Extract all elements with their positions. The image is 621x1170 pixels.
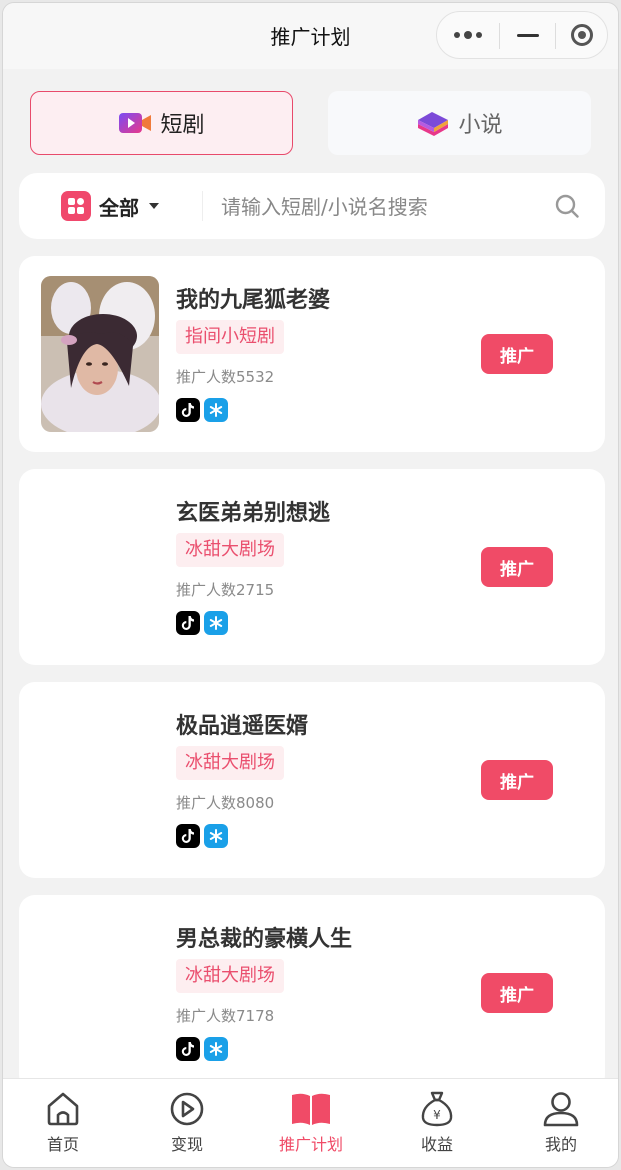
open-book-icon bbox=[292, 1093, 330, 1125]
drama-title: 玄医弟弟别想逃 bbox=[176, 501, 331, 526]
drama-cover-image bbox=[41, 276, 159, 432]
filter-label: 全部 bbox=[99, 195, 139, 220]
category-tabs: 短剧 小说 bbox=[30, 91, 593, 157]
nav-label: 收益 bbox=[420, 1135, 453, 1154]
tab-short-drama[interactable]: 短剧 bbox=[30, 91, 293, 155]
nav-item-promotion-plan[interactable]: 推广计划 bbox=[261, 1091, 361, 1155]
nav-item-profile[interactable]: 我的 bbox=[511, 1091, 611, 1155]
nav-label: 变现 bbox=[170, 1135, 203, 1154]
nav-label: 推广计划 bbox=[278, 1135, 343, 1154]
promoter-count: 推广人数7178 bbox=[176, 1007, 275, 1025]
title-bar: 推广计划 bbox=[3, 3, 618, 69]
promoter-count: 推广人数5532 bbox=[176, 368, 275, 386]
drama-card[interactable]: 男总裁的豪横人生 冰甜大剧场 推广人数7178 推广 bbox=[19, 895, 605, 1091]
minimize-button[interactable] bbox=[501, 12, 555, 58]
video-icon bbox=[119, 113, 152, 133]
studio-tag: 指间小短剧 bbox=[176, 320, 284, 354]
drama-card[interactable]: 我的九尾狐老婆 指间小短剧 推广人数5532 推广 bbox=[19, 256, 605, 452]
kuaishou-icon bbox=[204, 1037, 228, 1061]
tab-label: 小说 bbox=[458, 113, 503, 138]
douyin-icon bbox=[176, 1037, 200, 1061]
user-icon bbox=[543, 1092, 579, 1127]
nav-label: 我的 bbox=[544, 1135, 577, 1154]
home-icon bbox=[47, 1092, 79, 1126]
money-bag-icon: ¥ bbox=[421, 1091, 453, 1127]
promote-button[interactable]: 推广 bbox=[481, 334, 553, 374]
drama-card[interactable]: 玄医弟弟别想逃 冰甜大剧场 推广人数2715 推广 bbox=[19, 469, 605, 665]
capsule-divider bbox=[555, 23, 556, 49]
search-bar: 全部 bbox=[19, 173, 605, 239]
promote-button[interactable]: 推广 bbox=[481, 547, 553, 587]
app-window: 推广计划 短剧 小说 全部 请输入短剧/小说名搜索 我的九尾狐老婆 指间小短剧 … bbox=[2, 2, 619, 1168]
promote-button[interactable]: 推广 bbox=[481, 973, 553, 1013]
drama-title: 我的九尾狐老婆 bbox=[176, 288, 331, 313]
nav-item-home[interactable]: 首页 bbox=[13, 1091, 113, 1155]
more-button[interactable] bbox=[437, 12, 499, 58]
platform-icons bbox=[176, 1037, 228, 1061]
douyin-icon bbox=[176, 398, 200, 422]
more-dots-icon bbox=[454, 31, 482, 39]
studio-tag: 冰甜大剧场 bbox=[176, 959, 284, 993]
nav-item-earnings[interactable]: ¥ 收益 bbox=[387, 1091, 487, 1155]
promoter-count: 推广人数8080 bbox=[176, 794, 275, 812]
search-icon[interactable] bbox=[555, 194, 579, 218]
drama-card[interactable]: 极品逍遥医婿 冰甜大剧场 推广人数8080 推广 bbox=[19, 682, 605, 878]
promote-button[interactable]: 推广 bbox=[481, 760, 553, 800]
grid-icon bbox=[61, 191, 91, 221]
caret-down-icon bbox=[149, 203, 159, 209]
tab-novel[interactable]: 小说 bbox=[328, 91, 591, 155]
minus-icon bbox=[517, 33, 539, 37]
kuaishou-icon bbox=[204, 611, 228, 635]
nav-label: 首页 bbox=[46, 1135, 79, 1154]
close-button[interactable] bbox=[557, 12, 607, 58]
kuaishou-icon bbox=[204, 824, 228, 848]
capsule-divider bbox=[499, 23, 500, 49]
nav-item-monetize[interactable]: 变现 bbox=[137, 1091, 237, 1155]
kuaishou-icon bbox=[204, 398, 228, 422]
target-icon bbox=[571, 24, 593, 46]
book-icon bbox=[418, 112, 449, 136]
platform-icons bbox=[176, 398, 228, 422]
platform-icons bbox=[176, 611, 228, 635]
promoter-count: 推广人数2715 bbox=[176, 581, 275, 599]
studio-tag: 冰甜大剧场 bbox=[176, 746, 284, 780]
search-divider bbox=[202, 191, 203, 221]
studio-tag: 冰甜大剧场 bbox=[176, 533, 284, 567]
svg-text:¥: ¥ bbox=[433, 1108, 441, 1122]
play-circle-icon bbox=[170, 1092, 204, 1126]
platform-icons bbox=[176, 824, 228, 848]
drama-title: 男总裁的豪横人生 bbox=[176, 927, 353, 952]
drama-title: 极品逍遥医婿 bbox=[176, 714, 309, 739]
douyin-icon bbox=[176, 611, 200, 635]
search-input[interactable] bbox=[219, 189, 543, 225]
bottom-nav: 首页 变现 推广计划 ¥ 收益 我的 bbox=[3, 1078, 618, 1167]
mini-program-capsule bbox=[436, 11, 608, 59]
douyin-icon bbox=[176, 824, 200, 848]
category-filter-dropdown[interactable]: 全部 bbox=[61, 191, 159, 221]
tab-label: 短剧 bbox=[160, 113, 205, 138]
